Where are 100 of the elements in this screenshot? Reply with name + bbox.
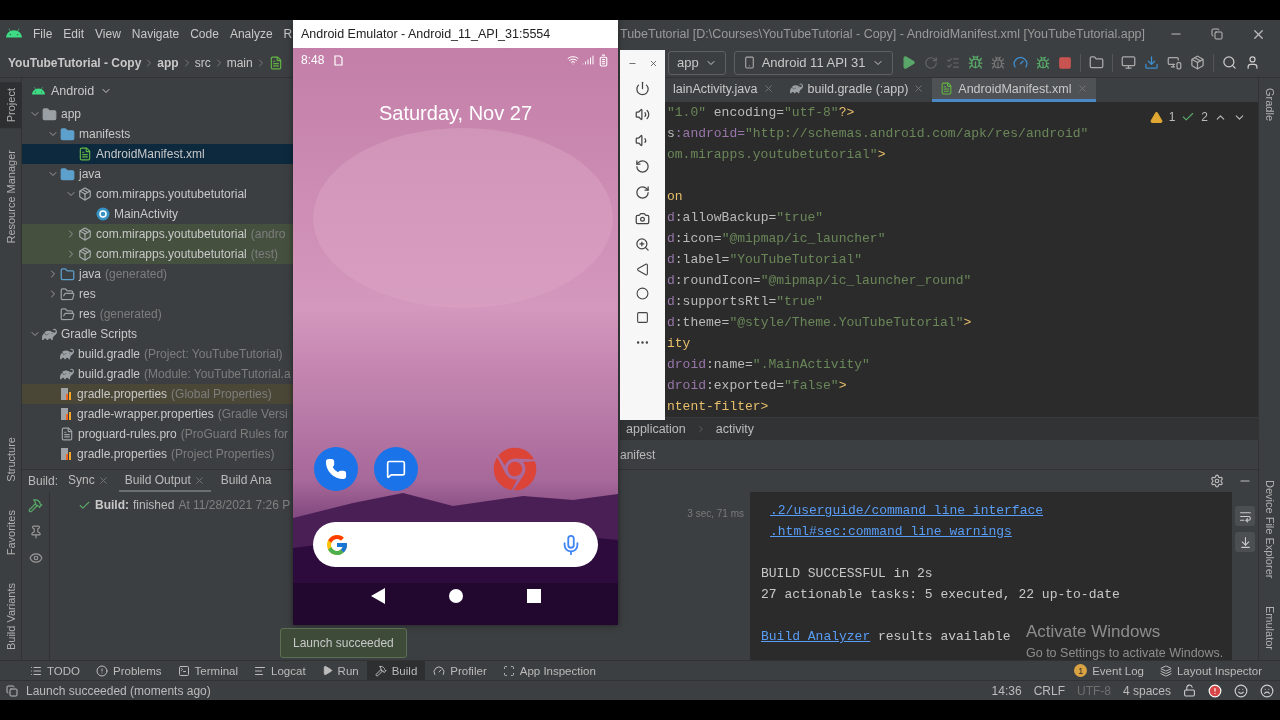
tree-hint: (test) bbox=[250, 247, 279, 261]
tree-row[interactable]: build.gradle (Project: YouTubeTutorial) bbox=[22, 344, 293, 364]
console-text: 27 actionable tasks: 5 executed, 22 up-to-date bbox=[761, 587, 1120, 602]
tree-hint: (andro bbox=[250, 227, 286, 241]
tool-window-tab[interactable]: Structure bbox=[0, 431, 22, 488]
tree-label: MainActivity bbox=[114, 207, 178, 221]
breadcrumb[interactable]: application bbox=[626, 421, 686, 436]
tree-row[interactable]: com.mirapps.youtubetutorial bbox=[22, 184, 293, 204]
menu-item[interactable]: R bbox=[283, 27, 293, 41]
tree-row[interactable]: Gradle Scripts bbox=[22, 324, 293, 344]
phone-time: 8:48 bbox=[301, 53, 325, 67]
tree-row[interactable]: app bbox=[22, 104, 293, 124]
breadcrumb[interactable]: app bbox=[157, 55, 179, 70]
tool-window-button[interactable]: TODO bbox=[22, 661, 88, 680]
tree-row[interactable]: MainActivity bbox=[22, 204, 293, 224]
status-message: Launch succeeded (moments ago) bbox=[26, 683, 211, 698]
tree-row[interactable]: com.mirapps.youtubetutorial (andro bbox=[22, 224, 293, 244]
tree-hint: (Global Properties) bbox=[171, 387, 272, 401]
editor-tab[interactable]: AndroidManifest.xml bbox=[932, 78, 1096, 102]
tree-label: gradle-wrapper.properties bbox=[77, 407, 214, 421]
menu-item[interactable]: Navigate bbox=[131, 27, 180, 41]
editor-tab[interactable]: lainActivity.java bbox=[665, 78, 782, 102]
tree-label: gradle.properties bbox=[77, 387, 168, 401]
code-line: droid:name=".MainActivity" bbox=[667, 356, 870, 374]
tree-row[interactable]: build.gradle (Module: YouTubeTutorial.a bbox=[22, 364, 293, 384]
code-line: on bbox=[667, 188, 683, 206]
tree-label: com.mirapps.youtubetutorial bbox=[96, 187, 247, 201]
tree-hint: (Gradle Versi bbox=[217, 407, 288, 421]
build-result: finished bbox=[133, 498, 175, 512]
warning-count: 1 bbox=[1168, 110, 1176, 124]
build-tab[interactable]: Sync bbox=[62, 470, 115, 492]
tree-label: java bbox=[79, 267, 101, 281]
indent-setting[interactable]: 4 spaces bbox=[1122, 683, 1171, 698]
menu-item[interactable]: Analyze bbox=[229, 27, 273, 41]
tree-row[interactable]: manifests bbox=[22, 124, 293, 144]
tree-hint: (generated) bbox=[99, 307, 162, 321]
tool-window-tab[interactable]: Favorites bbox=[0, 503, 22, 561]
tree-label: build.gradle bbox=[78, 347, 141, 361]
tree-label: AndroidManifest.xml bbox=[96, 147, 205, 161]
tool-window-tab[interactable]: Build Variants bbox=[0, 576, 22, 656]
console-text: BUILD SUCCESSFUL in 2s bbox=[761, 566, 933, 581]
build-tab[interactable]: Build Output bbox=[118, 470, 211, 492]
code-line: d:icon="@mipmap/ic_launcher" bbox=[667, 230, 886, 248]
launch-notification: Launch succeeded bbox=[280, 628, 407, 658]
view-selector[interactable]: Android bbox=[32, 84, 113, 98]
breadcrumb[interactable]: YouTubeTutorial - Copy bbox=[8, 55, 142, 70]
console-link[interactable]: .html#sec:command_line_warnings bbox=[770, 524, 1012, 539]
tool-window-button[interactable]: Problems bbox=[88, 661, 170, 680]
line-separator[interactable]: CRLF bbox=[1033, 683, 1065, 698]
device-selector[interactable]: Android 11 API 31 bbox=[733, 50, 893, 75]
tree-row[interactable]: java (generated) bbox=[22, 264, 293, 284]
editor-tab[interactable]: build.gradle (:app) bbox=[781, 78, 933, 102]
tool-window-button[interactable]: Profiler bbox=[425, 661, 495, 680]
tool-window-button[interactable]: 1 Event Log bbox=[1066, 661, 1152, 680]
tree-row[interactable]: proguard-rules.pro (ProGuard Rules for bbox=[22, 424, 293, 444]
tool-window-button[interactable]: Build bbox=[366, 661, 426, 680]
menu-item[interactable]: View bbox=[95, 27, 121, 41]
tool-window-button[interactable]: Layout Inspector bbox=[1151, 661, 1270, 680]
tree-label: java bbox=[79, 167, 101, 181]
tree-row[interactable]: gradle.properties (Project Properties) bbox=[22, 444, 293, 464]
menu-item[interactable]: File bbox=[33, 27, 53, 41]
tool-window-tab[interactable]: Gradle bbox=[1259, 82, 1280, 128]
console-link[interactable]: Build Analyzer bbox=[761, 629, 871, 644]
tool-window-button[interactable]: App Inspection bbox=[494, 661, 604, 680]
breadcrumb[interactable]: src bbox=[194, 55, 211, 70]
menu-item[interactable]: Edit bbox=[63, 27, 85, 41]
module-selector[interactable]: app bbox=[668, 50, 726, 75]
breadcrumb[interactable]: main bbox=[226, 55, 253, 70]
tree-row[interactable]: res (generated) bbox=[22, 304, 293, 324]
tree-row[interactable]: gradle-wrapper.properties (Gradle Versi bbox=[22, 404, 293, 424]
tool-window-tab[interactable]: Device File Explorer bbox=[1259, 473, 1280, 584]
console-link[interactable]: .2/userguide/command_line_interface bbox=[770, 503, 1044, 518]
notification-badge: 1 bbox=[1074, 664, 1088, 677]
menu-item[interactable]: Code bbox=[190, 27, 219, 41]
tree-hint: (Project: YouTubeTutorial) bbox=[144, 347, 283, 361]
tree-row[interactable]: AndroidManifest.xml bbox=[22, 144, 293, 164]
caret-position[interactable]: 14:36 bbox=[991, 683, 1022, 698]
breadcrumb[interactable]: activity bbox=[715, 421, 754, 436]
build-tab[interactable]: Build Ana bbox=[214, 470, 278, 492]
tree-hint: (generated) bbox=[105, 267, 168, 281]
activation-notice-title: Activate Windows bbox=[1026, 622, 1162, 642]
tool-window-tab[interactable]: Project bbox=[0, 82, 22, 129]
tool-window-tab[interactable]: Emulator bbox=[1259, 599, 1280, 656]
code-line: d:supportsRtl="true" bbox=[667, 293, 824, 311]
tool-window-button[interactable]: Run bbox=[313, 661, 367, 680]
code-line: "1.0" encoding="utf-8"?> bbox=[667, 104, 855, 122]
tree-hint: (ProGuard Rules for bbox=[180, 427, 289, 441]
tree-row[interactable]: com.mirapps.youtubetutorial (test) bbox=[22, 244, 293, 264]
build-time: At 11/28/2021 7:26 P bbox=[178, 498, 291, 512]
tool-window-button[interactable]: Logcat bbox=[246, 661, 314, 680]
tree-row[interactable]: res bbox=[22, 284, 293, 304]
code-line: ity bbox=[667, 335, 691, 353]
tool-window-tab[interactable]: Resource Manager bbox=[0, 144, 22, 250]
tree-label: app bbox=[61, 107, 82, 121]
tree-row[interactable]: java bbox=[22, 164, 293, 184]
tree-hint: (Project Properties) bbox=[171, 447, 275, 461]
editor-bottom-tab[interactable]: anifest bbox=[620, 447, 656, 462]
build-panel-title: Build: bbox=[28, 474, 59, 488]
tree-row[interactable]: gradle.properties (Global Properties) bbox=[22, 384, 293, 404]
tool-window-button[interactable]: Terminal bbox=[169, 661, 247, 680]
